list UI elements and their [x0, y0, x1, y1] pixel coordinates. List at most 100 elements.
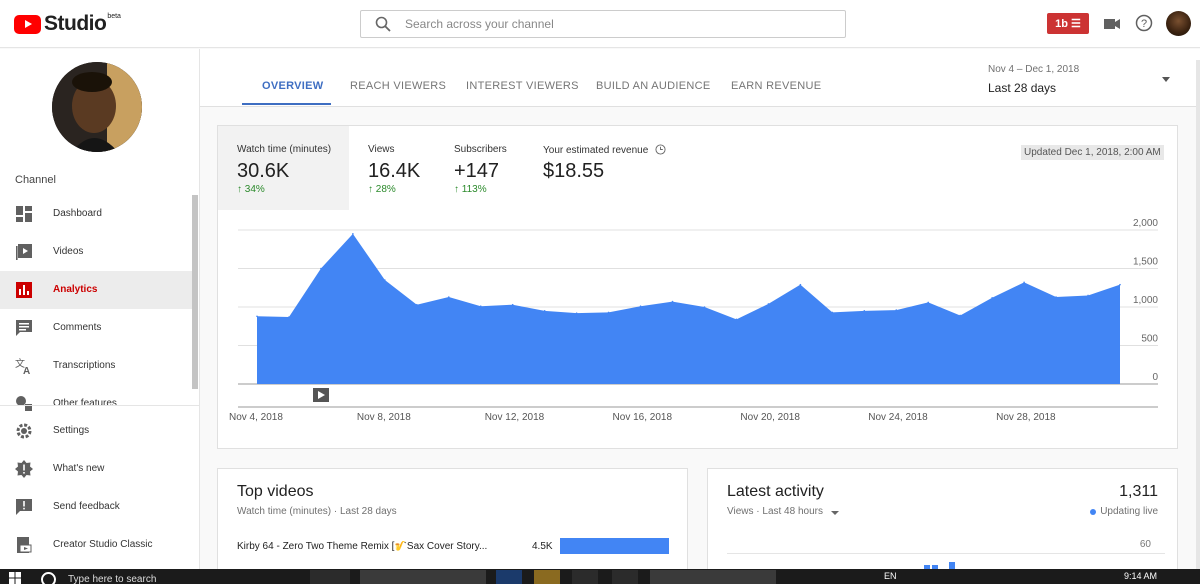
taskview-icon[interactable] — [310, 570, 350, 584]
edge-app-icon[interactable] — [496, 570, 522, 584]
sidebar-item-label: Dashboard — [53, 208, 102, 219]
metric-subscribers[interactable]: Subscribers +147 ↑ 113% — [435, 126, 523, 210]
comments-icon — [16, 320, 32, 336]
data-point — [767, 303, 770, 305]
classic-icon — [17, 537, 32, 553]
help-icon[interactable]: ? — [1135, 14, 1153, 32]
data-point — [288, 316, 290, 318]
top-video-title[interactable]: Kirby 64 - Zero Two Theme Remix [🎷Sax Co… — [237, 541, 497, 552]
store-app-icon[interactable] — [572, 570, 598, 584]
date-range-selector[interactable]: Nov 4 – Dec 1, 2018 Last 28 days — [988, 64, 1079, 95]
data-point — [575, 312, 578, 314]
sidebar-item-label: Transcriptions — [53, 360, 116, 371]
sidebar-item-label: Other features — [53, 398, 117, 409]
metric-estimated-revenue[interactable]: Your estimated revenue $18.55 — [523, 126, 683, 210]
clock[interactable]: 9:14 AM — [1124, 571, 1157, 581]
videos-icon — [16, 244, 32, 260]
chevron-down-icon[interactable] — [831, 511, 839, 515]
data-point — [703, 306, 706, 308]
sidebar-item-creator-studio-classic[interactable]: Creator Studio Classic — [0, 526, 192, 564]
sidebar-item-send-feedback[interactable]: Send feedback — [0, 488, 192, 526]
x-tick-label: Nov 24, 2018 — [868, 412, 928, 423]
data-point — [863, 310, 866, 312]
y-tick-label: 0 — [1152, 372, 1158, 383]
metric-value: 16.4K — [368, 160, 421, 182]
page-scrollbar[interactable] — [1196, 60, 1200, 570]
data-point — [447, 296, 450, 298]
data-point — [799, 283, 802, 286]
sidebar-item-comments[interactable]: Comments — [0, 309, 192, 347]
chrome-app-icon[interactable] — [360, 570, 486, 584]
data-point — [991, 296, 993, 299]
data-point — [511, 303, 514, 306]
channel-avatar-image — [52, 62, 142, 152]
create-video-icon[interactable] — [1103, 15, 1121, 33]
search-input[interactable] — [405, 15, 825, 33]
active-tab-indicator — [242, 103, 331, 105]
create-button[interactable]: 1b ☰ — [1047, 13, 1089, 34]
studio-logo[interactable]: Studio beta — [14, 12, 121, 36]
feedback-icon — [16, 499, 32, 515]
activity-axis-label: 60 — [1139, 539, 1151, 550]
windows-start-icon[interactable] — [9, 572, 21, 584]
chevron-down-icon[interactable] — [1162, 77, 1170, 82]
data-point — [479, 305, 482, 308]
channel-avatar[interactable] — [52, 62, 142, 152]
sidebar-divider — [0, 405, 199, 406]
app-window: Studio beta 1b ☰ ? Channel — [0, 0, 1200, 584]
x-tick-label: Nov 4, 2018 — [229, 412, 283, 423]
metric-value: $18.55 — [543, 160, 605, 182]
tab-build-an-audience[interactable]: BUILD AN AUDIENCE — [596, 80, 711, 92]
card-subtitle[interactable]: Views · Last 48 hours — [727, 506, 823, 517]
card-subtitle: Watch time (minutes) · Last 28 days — [237, 506, 397, 517]
sidebar-item-dashboard[interactable]: Dashboard — [0, 195, 192, 233]
sidebar-item-transcriptions[interactable]: 文A Transcriptions — [0, 347, 192, 385]
youtube-logo-icon — [14, 14, 41, 34]
data-point — [1087, 294, 1089, 297]
other-features-icon — [16, 396, 32, 411]
sidebar-item-label: Videos — [53, 246, 84, 257]
whats-new-icon — [15, 460, 33, 478]
arrow-up-icon: ↑ — [368, 184, 373, 195]
sidebar-item-label: Creator Studio Classic — [53, 539, 153, 550]
menu-lines-icon: ☰ — [1070, 18, 1081, 30]
sidebar-item-settings[interactable]: Settings — [0, 412, 192, 450]
metric-watch-time[interactable]: Watch time (minutes) 30.6K ↑ 34% — [218, 126, 349, 210]
x-tick-label: Nov 8, 2018 — [357, 412, 411, 423]
data-point — [831, 311, 834, 314]
explorer-app-icon[interactable] — [534, 570, 560, 584]
sidebar-scrollbar[interactable] — [192, 195, 198, 389]
x-tick-label: Nov 16, 2018 — [613, 412, 673, 423]
account-avatar[interactable] — [1166, 11, 1191, 36]
sidebar-item-label: Analytics — [53, 284, 98, 295]
tab-overview[interactable]: OVERVIEW — [262, 80, 324, 92]
tab-interest-viewers[interactable]: INTEREST VIEWERS — [466, 80, 579, 92]
language-indicator[interactable]: EN — [884, 571, 897, 581]
analytics-icon — [16, 282, 32, 298]
metric-views[interactable]: Views 16.4K ↑ 28% — [349, 126, 435, 210]
taskbar-search[interactable]: Type here to search — [68, 574, 156, 584]
logo-badge: beta — [107, 12, 121, 20]
metric-value: +147 — [454, 160, 500, 182]
arrow-up-icon: ↑ — [454, 184, 459, 195]
translate-icon: 文A — [15, 357, 30, 375]
data-point — [416, 303, 418, 306]
data-point — [735, 318, 738, 321]
tab-reach-viewers[interactable]: REACH VIEWERS — [350, 80, 446, 92]
tab-earn-revenue[interactable]: EARN REVENUE — [731, 80, 821, 92]
create-button-label: 1b — [1055, 17, 1068, 30]
search-box[interactable] — [360, 10, 846, 38]
data-point — [320, 267, 322, 270]
sidebar-item-videos[interactable]: Videos — [0, 233, 192, 271]
cortana-icon[interactable] — [41, 572, 56, 584]
metric-delta: ↑ 28% — [368, 184, 396, 195]
metric-label: Subscribers — [454, 144, 507, 155]
mail-app-icon[interactable] — [612, 570, 638, 584]
dashboard-icon — [16, 206, 32, 222]
sidebar-item-label: Comments — [53, 322, 102, 333]
sidebar-item-whats-new[interactable]: What's new — [0, 450, 192, 488]
date-range-label: Last 28 days — [988, 81, 1057, 95]
discord-app-icon[interactable] — [650, 570, 776, 584]
sidebar-item-analytics[interactable]: Analytics — [0, 271, 192, 309]
x-tick-label: Nov 12, 2018 — [485, 412, 545, 423]
